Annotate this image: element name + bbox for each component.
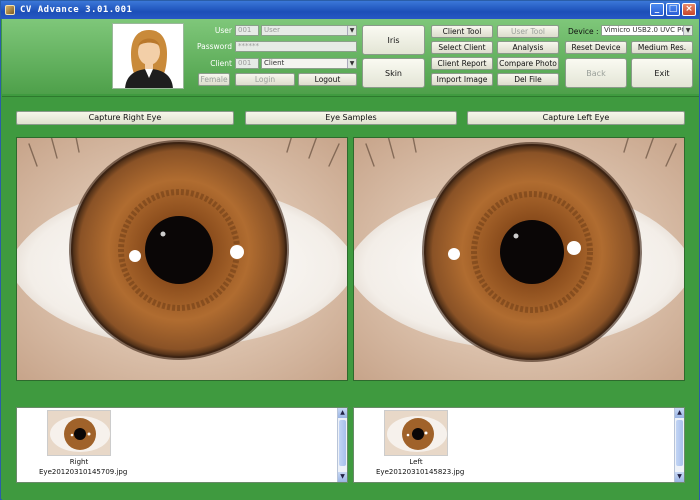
scroll-down-icon[interactable]: ▼ [675, 472, 684, 482]
user-label: User [214, 26, 232, 35]
thumbnail-side-label: Right [69, 458, 89, 466]
back-button[interactable]: Back [565, 58, 627, 88]
logout-button[interactable]: Logout [298, 73, 357, 86]
left-thumbnail-item[interactable]: Left Eye20120310145823.jpg [376, 410, 465, 476]
left-eye-view[interactable] [353, 137, 685, 381]
maximize-button[interactable]: □ [666, 3, 680, 16]
top-toolbar: User Password Client 001 User ▼ ****** 0… [2, 19, 699, 94]
scroll-thumb[interactable] [676, 420, 683, 466]
main-panel: Capture Right Eye Eye Samples Capture Le… [2, 96, 699, 500]
scroll-down-icon[interactable]: ▼ [338, 472, 347, 482]
scroll-thumb[interactable] [339, 420, 346, 466]
user-tool-button[interactable]: User Tool [497, 25, 559, 38]
user-select[interactable]: User ▼ [261, 25, 357, 36]
scroll-up-icon[interactable]: ▲ [338, 408, 347, 418]
chevron-down-icon: ▼ [347, 59, 356, 68]
device-label: Device : [568, 27, 599, 36]
client-avatar [112, 23, 184, 89]
thumbnail-filename: Eye20120310145709.jpg [39, 468, 128, 476]
female-button[interactable]: Female [198, 73, 230, 86]
client-select[interactable]: Client ▼ [261, 58, 357, 69]
right-thumbnail-image [47, 410, 111, 456]
import-image-button[interactable]: Import Image [431, 73, 493, 86]
device-select[interactable]: Vimicro USB2.0 UVC PC ▼ [601, 25, 693, 36]
client-tool-button[interactable]: Client Tool [431, 25, 493, 38]
select-client-button[interactable]: Select Client [431, 41, 493, 54]
user-id-field: 001 [235, 25, 259, 36]
app-window: CV Advance 3.01.001 _ □ × User Password … [0, 0, 700, 500]
window-controls: _ □ × [650, 3, 696, 16]
right-thumbnail-item[interactable]: Right Eye20120310145709.jpg [39, 410, 128, 476]
right-eye-view[interactable] [16, 137, 348, 381]
capture-left-eye-button[interactable]: Capture Left Eye [467, 111, 685, 125]
right-list-scrollbar[interactable]: ▲ ▼ [337, 408, 347, 482]
left-thumbnail-image [384, 410, 448, 456]
title-bar[interactable]: CV Advance 3.01.001 _ □ × [1, 1, 699, 19]
password-label: Password [196, 42, 232, 51]
login-button[interactable]: Login [235, 73, 295, 86]
exit-button[interactable]: Exit [631, 58, 693, 88]
chevron-down-icon: ▼ [347, 26, 356, 35]
minimize-button[interactable]: _ [650, 3, 664, 16]
client-report-button[interactable]: Client Report [431, 57, 493, 70]
eye-samples-button[interactable]: Eye Samples [245, 111, 457, 125]
app-icon [5, 5, 15, 15]
left-thumbnail-list[interactable]: Left Eye20120310145823.jpg ▲ ▼ [353, 407, 685, 483]
client-label: Client [210, 59, 232, 68]
compare-photo-button[interactable]: Compare Photo [497, 57, 559, 70]
medium-res-button[interactable]: Medium Res. [631, 41, 693, 54]
right-eye-image [17, 138, 347, 380]
chevron-down-icon: ▼ [683, 26, 692, 35]
skin-button[interactable]: Skin [362, 58, 425, 88]
window-title: CV Advance 3.01.001 [20, 5, 133, 15]
right-thumbnail-list[interactable]: Right Eye20120310145709.jpg ▲ ▼ [16, 407, 348, 483]
thumbnail-filename: Eye20120310145823.jpg [376, 468, 465, 476]
scroll-up-icon[interactable]: ▲ [675, 408, 684, 418]
reset-device-button[interactable]: Reset Device [565, 41, 627, 54]
thumbnail-side-label: Left [409, 458, 423, 466]
capture-right-eye-button[interactable]: Capture Right Eye [16, 111, 234, 125]
left-eye-image [354, 138, 684, 380]
del-file-button[interactable]: Del File [497, 73, 559, 86]
analysis-button[interactable]: Analysis [497, 41, 559, 54]
close-button[interactable]: × [682, 3, 696, 16]
client-id-field: 001 [235, 58, 259, 69]
left-list-scrollbar[interactable]: ▲ ▼ [674, 408, 684, 482]
iris-button[interactable]: Iris [362, 25, 425, 55]
password-field[interactable]: ****** [235, 41, 357, 52]
female-avatar-icon [113, 24, 183, 88]
